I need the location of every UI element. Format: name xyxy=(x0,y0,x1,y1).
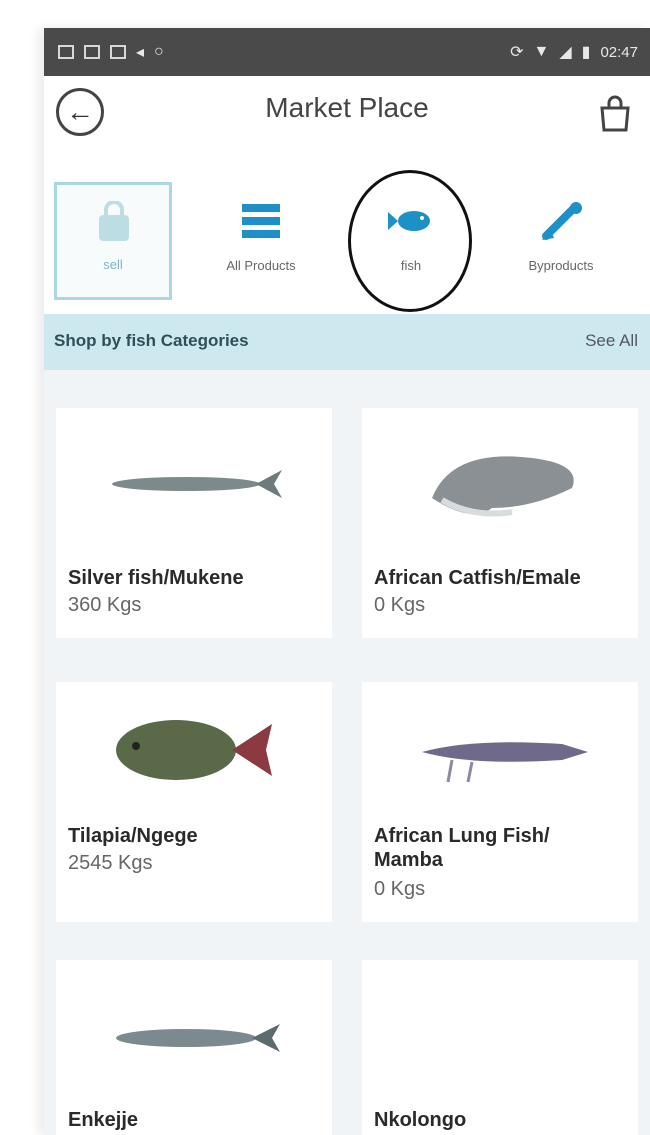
list-icon xyxy=(242,204,280,238)
notification-icon xyxy=(84,45,100,59)
product-card[interactable]: Enkejje xyxy=(56,960,332,1135)
bag-icon xyxy=(99,201,129,241)
product-grid: Silver fish/Mukene 360 Kgs African Catfi… xyxy=(44,370,650,1135)
product-name: African Lung Fish/ Mamba xyxy=(374,825,550,871)
status-time: 02:47 xyxy=(600,43,638,61)
page-title: Market Place xyxy=(265,92,429,123)
status-bar: ◂ ○ ⟳ ▼ ◢ ▮ 02:47 xyxy=(44,28,650,76)
product-card[interactable]: Silver fish/Mukene 360 Kgs xyxy=(56,408,332,638)
product-quantity: 360 Kgs xyxy=(68,594,142,616)
lung-fish-image xyxy=(422,742,588,783)
tab-byproducts[interactable]: Byproducts xyxy=(496,168,626,300)
product-quantity: 0 Kgs xyxy=(374,594,426,616)
sync-icon: ⟳ xyxy=(510,44,524,61)
tilapia-image xyxy=(116,720,272,780)
fish-icon xyxy=(388,211,430,231)
category-tabs: sell All Products fish Byproducts xyxy=(44,168,650,316)
circle-icon: ○ xyxy=(154,43,164,60)
category-title: Shop by fish Categories xyxy=(54,331,249,350)
product-card[interactable]: Nkolongo xyxy=(362,960,638,1135)
product-card[interactable]: African Lung Fish/ Mamba 0 Kgs xyxy=(362,682,638,922)
battery-icon: ▮ xyxy=(581,44,591,61)
enkejje-image xyxy=(116,1024,280,1052)
tab-label: All Products xyxy=(226,258,296,273)
see-all-link[interactable]: See All xyxy=(585,331,638,351)
product-card[interactable]: African Catfish/Emale 0 Kgs xyxy=(362,408,638,638)
product-quantity: 2545 Kgs xyxy=(68,852,153,874)
silver-fish-image xyxy=(112,470,282,498)
product-name: African Catfish/Emale xyxy=(374,567,581,589)
fish-bone-icon xyxy=(542,202,582,240)
wifi-icon: ▼ xyxy=(533,43,550,60)
tab-fish[interactable]: fish xyxy=(346,168,476,300)
product-name: Silver fish/Mukene xyxy=(68,567,244,589)
status-notifications: ◂ ○ xyxy=(58,28,164,76)
product-name: Enkejje xyxy=(68,1109,139,1131)
tab-label: fish xyxy=(400,258,422,273)
product-name: Tilapia/Ngege xyxy=(68,825,198,847)
phone-screen: ◂ ○ ⟳ ▼ ◢ ▮ 02:47 ← Market Place sell Al… xyxy=(44,28,650,1135)
category-bar: Shop by fish Categories See All xyxy=(44,314,650,370)
product-quantity: 0 Kgs xyxy=(374,878,426,900)
send-icon: ◂ xyxy=(136,44,145,61)
tab-sell[interactable]: sell xyxy=(54,182,172,300)
signal-icon: ◢ xyxy=(559,44,572,61)
tab-label: Byproducts xyxy=(528,258,594,273)
catfish-image xyxy=(432,456,574,517)
product-card[interactable]: Tilapia/Ngege 2545 Kgs xyxy=(56,682,332,922)
status-indicators: ⟳ ▼ ◢ ▮ 02:47 xyxy=(510,28,638,76)
product-name: Nkolongo xyxy=(374,1109,467,1131)
shopping-bag-icon[interactable] xyxy=(598,94,632,132)
notification-icon xyxy=(110,45,126,59)
tab-all-products[interactable]: All Products xyxy=(196,168,326,300)
notification-icon xyxy=(58,45,74,59)
tab-label: sell xyxy=(103,257,123,272)
